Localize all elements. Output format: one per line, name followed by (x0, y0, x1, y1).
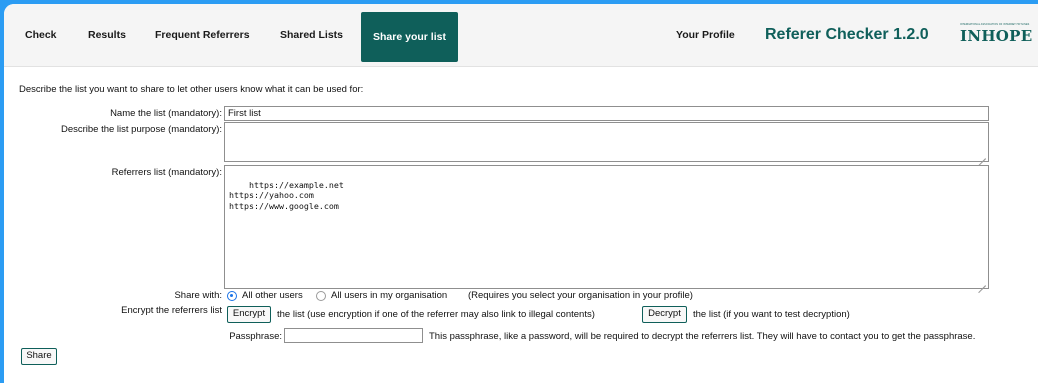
passphrase-input[interactable] (284, 328, 423, 343)
referrers-textarea[interactable]: https://example.net https://yahoo.com ht… (224, 165, 989, 289)
inhope-logo: INTERNATIONAL ASSOCIATION OF INTERNET HO… (960, 23, 1038, 53)
list-purpose-textarea[interactable] (224, 122, 989, 162)
decrypt-note: the list (if you want to test decryption… (693, 309, 850, 320)
nav-frequent-referrers[interactable]: Frequent Referrers (155, 4, 250, 66)
app-window: Check Results Frequent Referrers Shared … (4, 4, 1038, 383)
encrypt-note: the list (use encryption if one of the r… (277, 309, 595, 320)
share-note: (Requires you select your organisation i… (468, 290, 693, 301)
nav-results[interactable]: Results (88, 4, 126, 66)
top-nav: Check Results Frequent Referrers Shared … (4, 4, 1038, 67)
referrers-text: https://example.net https://yahoo.com ht… (229, 179, 344, 211)
resize-grip-icon[interactable] (978, 278, 986, 286)
share-with-label: Share with: (174, 290, 222, 301)
nav-your-profile[interactable]: Your Profile (676, 4, 735, 66)
referrers-label: Referrers list (mandatory): (111, 167, 222, 178)
share-button[interactable]: Share (21, 348, 57, 365)
passphrase-label: Passphrase: (229, 331, 282, 342)
radio-organisation-label: All users in my organisation (331, 290, 448, 301)
encrypt-label: Encrypt the referrers list (121, 305, 222, 316)
nav-share-your-list[interactable]: Share your list (361, 12, 458, 62)
nav-check[interactable]: Check (25, 4, 57, 66)
radio-all-users-label: All other users (242, 290, 303, 301)
radio-all-users[interactable] (227, 291, 237, 301)
list-name-input[interactable]: First list (224, 106, 989, 121)
encrypt-button[interactable]: Encrypt (227, 306, 271, 323)
inhope-logo-word: INHOPE (960, 27, 1033, 45)
nav-shared-lists[interactable]: Shared Lists (280, 4, 343, 66)
radio-organisation[interactable] (316, 291, 326, 301)
decrypt-button[interactable]: Decrypt (642, 306, 687, 323)
name-label: Name the list (mandatory): (110, 108, 222, 119)
purpose-label: Describe the list purpose (mandatory): (60, 124, 222, 135)
form-intro: Describe the list you want to share to l… (19, 84, 364, 95)
app-title: Referer Checker 1.2.0 (765, 26, 929, 43)
passphrase-note: This passphrase, like a password, will b… (429, 331, 976, 342)
resize-grip-icon[interactable] (978, 151, 986, 159)
